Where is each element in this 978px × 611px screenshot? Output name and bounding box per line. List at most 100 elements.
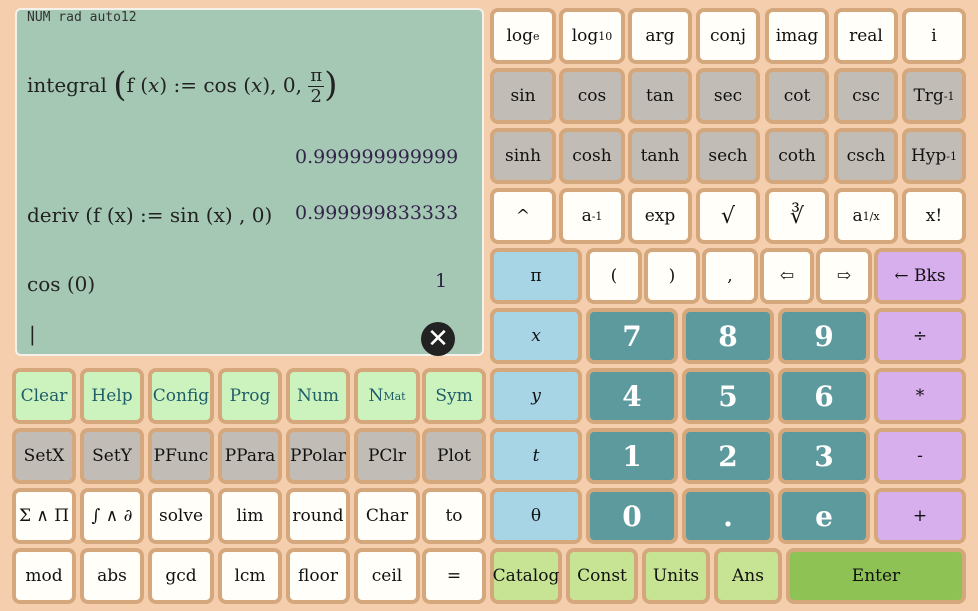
input-cursor[interactable]: | <box>29 322 36 346</box>
key-integral-derivative[interactable]: ∫ ∧ ∂ <box>80 488 144 544</box>
key-exp[interactable]: exp <box>628 188 692 244</box>
history-result-3[interactable]: 1 <box>435 270 447 292</box>
close-icon[interactable]: ✕ <box>421 322 455 356</box>
key-euler-e[interactable]: e <box>778 488 870 544</box>
key-ans[interactable]: Ans <box>714 548 782 604</box>
key-real[interactable]: real <box>834 8 898 64</box>
key-clear[interactable]: Clear <box>12 368 76 424</box>
key-var-x[interactable]: x <box>490 308 582 364</box>
key-nmat[interactable]: N Mat <box>354 368 420 424</box>
key-sety[interactable]: SetY <box>80 428 144 484</box>
key-arg[interactable]: arg <box>628 8 692 64</box>
key-sym[interactable]: Sym <box>422 368 486 424</box>
key-ceil[interactable]: ceil <box>354 548 420 604</box>
key-setx[interactable]: SetX <box>12 428 76 484</box>
key-sum-product[interactable]: Σ ∧ Π <box>12 488 76 544</box>
key-decimal-point[interactable]: . <box>682 488 774 544</box>
key-sinh[interactable]: sinh <box>490 128 556 184</box>
key-digit-4[interactable]: 4 <box>586 368 678 424</box>
key-ppolar[interactable]: PPolar <box>286 428 350 484</box>
key-factorial[interactable]: x! <box>902 188 966 244</box>
key-cos[interactable]: cos <box>559 68 625 124</box>
history-input-3[interactable]: cos (0) <box>27 272 95 296</box>
key-multiply[interactable]: * <box>874 368 966 424</box>
key-sec[interactable]: sec <box>696 68 760 124</box>
key-digit-9[interactable]: 9 <box>778 308 870 364</box>
key-reciprocal[interactable]: a -1 <box>559 188 625 244</box>
key-csc[interactable]: csc <box>834 68 898 124</box>
key-trg-inverse[interactable]: Trg -1 <box>902 68 966 124</box>
key-plot[interactable]: Plot <box>422 428 486 484</box>
key-sup: -1 <box>591 209 603 223</box>
key-power[interactable]: ^ <box>490 188 556 244</box>
key-catalog[interactable]: Catalog <box>490 548 562 604</box>
key-lcm[interactable]: lcm <box>218 548 282 604</box>
history-result-1[interactable]: 0.999999999999 <box>295 146 458 168</box>
history-result-2[interactable]: 0.999999833333 <box>295 202 458 224</box>
key-const[interactable]: Const <box>566 548 638 604</box>
key-solve[interactable]: solve <box>148 488 214 544</box>
history-input-1[interactable]: integral (f (x) := cos (x), 0, π 2 ) <box>27 65 338 107</box>
key-imag[interactable]: imag <box>765 8 829 64</box>
key-cursor-left[interactable]: ⇦ <box>760 248 814 304</box>
key-cbrt[interactable]: ∛ <box>765 188 829 244</box>
key-enter[interactable]: Enter <box>786 548 966 604</box>
key-sqrt[interactable]: √ <box>696 188 760 244</box>
key-backspace[interactable]: ← Bks <box>874 248 966 304</box>
key-lim[interactable]: lim <box>218 488 282 544</box>
key-digit-3[interactable]: 3 <box>778 428 870 484</box>
key-log10[interactable]: log 10 <box>559 8 625 64</box>
key-ppara[interactable]: PPara <box>218 428 282 484</box>
key-config[interactable]: Config <box>148 368 214 424</box>
key-add[interactable]: + <box>874 488 966 544</box>
key-to[interactable]: to <box>422 488 486 544</box>
key-comma[interactable]: , <box>702 248 758 304</box>
key-paren-close[interactable]: ) <box>644 248 700 304</box>
key-var-y[interactable]: y <box>490 368 582 424</box>
key-digit-8[interactable]: 8 <box>682 308 774 364</box>
key-units[interactable]: Units <box>642 548 710 604</box>
key-prog[interactable]: Prog <box>218 368 282 424</box>
key-sin[interactable]: sin <box>490 68 556 124</box>
key-digit-6[interactable]: 6 <box>778 368 870 424</box>
key-var-t[interactable]: t <box>490 428 582 484</box>
key-gcd[interactable]: gcd <box>148 548 214 604</box>
key-digit-5[interactable]: 5 <box>682 368 774 424</box>
key-digit-7[interactable]: 7 <box>586 308 678 364</box>
key-tanh[interactable]: tanh <box>628 128 692 184</box>
key-mod[interactable]: mod <box>12 548 76 604</box>
key-cot[interactable]: cot <box>765 68 829 124</box>
key-nth-root[interactable]: a 1/x <box>834 188 898 244</box>
key-digit-0[interactable]: 0 <box>586 488 678 544</box>
key-pi[interactable]: π <box>490 248 582 304</box>
key-cursor-right[interactable]: ⇨ <box>816 248 872 304</box>
key-hyp-inverse[interactable]: Hyp -1 <box>902 128 966 184</box>
key-pfunc[interactable]: PFunc <box>148 428 214 484</box>
key-tan[interactable]: tan <box>628 68 692 124</box>
key-char[interactable]: Char <box>354 488 420 544</box>
history-input-2[interactable]: deriv (f (x) := sin (x) , 0) <box>27 203 272 227</box>
key-loge[interactable]: log e <box>490 8 556 64</box>
key-abs[interactable]: abs <box>80 548 144 604</box>
key-floor[interactable]: floor <box>286 548 350 604</box>
key-conj[interactable]: conj <box>696 8 760 64</box>
key-num[interactable]: Num <box>286 368 350 424</box>
key-sech[interactable]: sech <box>696 128 760 184</box>
key-i[interactable]: i <box>902 8 966 64</box>
key-divide[interactable]: ÷ <box>874 308 966 364</box>
key-subtract[interactable]: - <box>874 428 966 484</box>
key-help[interactable]: Help <box>80 368 144 424</box>
key-paren-open[interactable]: ( <box>586 248 642 304</box>
key-coth[interactable]: coth <box>765 128 829 184</box>
key-round[interactable]: round <box>286 488 350 544</box>
key-cosh[interactable]: cosh <box>559 128 625 184</box>
key-csch[interactable]: csch <box>834 128 898 184</box>
key-digit-1[interactable]: 1 <box>586 428 678 484</box>
fraction: π 2 <box>308 66 325 107</box>
key-digit-2[interactable]: 2 <box>682 428 774 484</box>
key-pclr[interactable]: PClr <box>354 428 420 484</box>
key-var-theta[interactable]: θ <box>490 488 582 544</box>
key-label: Trg <box>913 86 944 106</box>
key-equals[interactable]: = <box>422 548 486 604</box>
func-name: integral <box>27 73 107 97</box>
